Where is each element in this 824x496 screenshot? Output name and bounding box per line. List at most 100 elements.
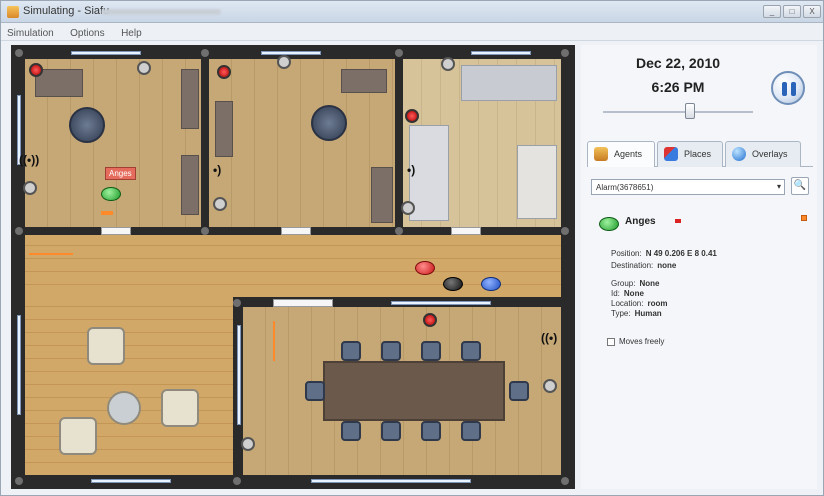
tab-overlays[interactable]: Overlays [725, 141, 801, 167]
meeting-chair [381, 341, 401, 361]
wifi-signal-icon: •) [213, 163, 222, 177]
prop-destination: Destination: none [611, 261, 676, 270]
path-marker [101, 211, 113, 215]
moves-freely-label: Moves freely [619, 337, 665, 346]
prop-id-label: Id: [611, 289, 620, 298]
armchair [59, 417, 97, 455]
minimize-button[interactable]: _ [763, 5, 781, 18]
prop-location-value: room [647, 299, 668, 308]
wifi-signal-icon: •) [407, 163, 416, 177]
alarm-sensor[interactable] [29, 63, 43, 77]
wall-post [395, 49, 403, 57]
maximize-button[interactable]: □ [783, 5, 801, 18]
prop-id-value: None [623, 289, 644, 298]
window [237, 325, 241, 425]
alarm-sensor[interactable] [405, 109, 419, 123]
prop-group-value: None [639, 279, 660, 288]
wall-post [233, 299, 241, 307]
meeting-chair [461, 421, 481, 441]
prop-location-label: Location: [611, 299, 644, 308]
prop-position-value: N 49 0.206 E 8 0.41 [645, 249, 717, 258]
meeting-chair [305, 381, 325, 401]
meeting-chair [341, 341, 361, 361]
alarm-sensor[interactable] [217, 65, 231, 79]
panel-tabs: Agents Places Overlays [587, 141, 813, 167]
agent-status-marker [675, 219, 681, 223]
wall-post [561, 477, 569, 485]
close-button[interactable]: X [803, 5, 821, 18]
menu-simulation[interactable]: Simulation [1, 25, 60, 39]
prop-location: Location: room [611, 299, 667, 308]
window-title: Simulating - Siafu [23, 5, 110, 17]
prop-destination-value: none [657, 261, 677, 270]
motion-sensor[interactable] [241, 437, 255, 451]
prop-destination-label: Destination: [611, 261, 654, 270]
motion-sensor[interactable] [441, 57, 455, 71]
moves-freely-checkbox[interactable] [607, 338, 615, 346]
motion-sensor[interactable] [137, 61, 151, 75]
sim-time: 6:26 PM [651, 79, 705, 95]
speed-slider-thumb[interactable] [685, 103, 695, 119]
agent-red[interactable] [415, 261, 435, 275]
app-icon [7, 6, 19, 18]
search-icon: 🔍 [793, 180, 807, 191]
prop-type: Type: Human [611, 309, 662, 318]
desk [215, 101, 233, 157]
simulation-map[interactable]: ((•)) •) •) ((•) Anges [11, 45, 575, 489]
door [273, 299, 333, 307]
wall-post [561, 49, 569, 57]
tab-agents[interactable]: Agents [587, 141, 655, 167]
armchair [161, 389, 199, 427]
window [471, 51, 531, 55]
armchair [87, 327, 125, 365]
prop-type-label: Type: [611, 309, 631, 318]
wall-post [233, 477, 241, 485]
speed-slider-track[interactable] [603, 111, 753, 113]
office-chair [311, 105, 347, 141]
wifi-signal-icon: ((•) [541, 331, 558, 345]
tab-places[interactable]: Places [657, 141, 723, 167]
prop-group: Group: None [611, 279, 659, 288]
prop-group-label: Group: [611, 279, 636, 288]
wall-post [201, 227, 209, 235]
alarm-sensor[interactable] [423, 313, 437, 327]
agent-black[interactable] [443, 277, 463, 291]
menu-options[interactable]: Options [64, 25, 110, 39]
kitchen-appliance [517, 145, 557, 219]
desk [341, 69, 387, 93]
meeting-chair [381, 421, 401, 441]
door [451, 227, 481, 235]
side-panel: Dec 22, 2010 6:26 PM Agents Places Overl… [581, 45, 817, 489]
wifi-signal-icon: ((•)) [19, 153, 40, 167]
agent-avatar-icon [599, 217, 619, 231]
menu-help[interactable]: Help [115, 25, 148, 39]
prop-position: Position: N 49 0.206 E 8 0.41 [611, 249, 717, 258]
sim-date: Dec 22, 2010 [635, 55, 721, 71]
motion-sensor[interactable] [543, 379, 557, 393]
pause-icon [782, 82, 787, 96]
meeting-chair [421, 421, 441, 441]
prop-type-value: Human [634, 309, 662, 318]
motion-sensor[interactable] [213, 197, 227, 211]
agent-blue[interactable] [481, 277, 501, 291]
places-icon [664, 147, 678, 161]
window [17, 315, 21, 415]
motion-sensor[interactable] [277, 55, 291, 69]
pause-button[interactable] [771, 71, 805, 105]
agent-anges[interactable] [101, 187, 121, 201]
window [91, 479, 171, 483]
wall-post [201, 49, 209, 57]
motion-sensor[interactable] [23, 181, 37, 195]
tab-overlays-label: Overlays [752, 149, 788, 159]
meeting-chair [341, 421, 361, 441]
agent-selector[interactable]: Alarm(3678651) ▾ [591, 179, 785, 195]
desk [371, 167, 393, 223]
motion-sensor[interactable] [401, 201, 415, 215]
meeting-table [323, 361, 505, 421]
door [101, 227, 131, 235]
app-window: Simulating - Siafu _ □ X Simulation Opti… [0, 0, 824, 496]
chevron-down-icon: ▾ [776, 182, 781, 191]
search-button[interactable]: 🔍 [791, 177, 809, 195]
tab-places-label: Places [684, 149, 712, 159]
window [71, 51, 141, 55]
